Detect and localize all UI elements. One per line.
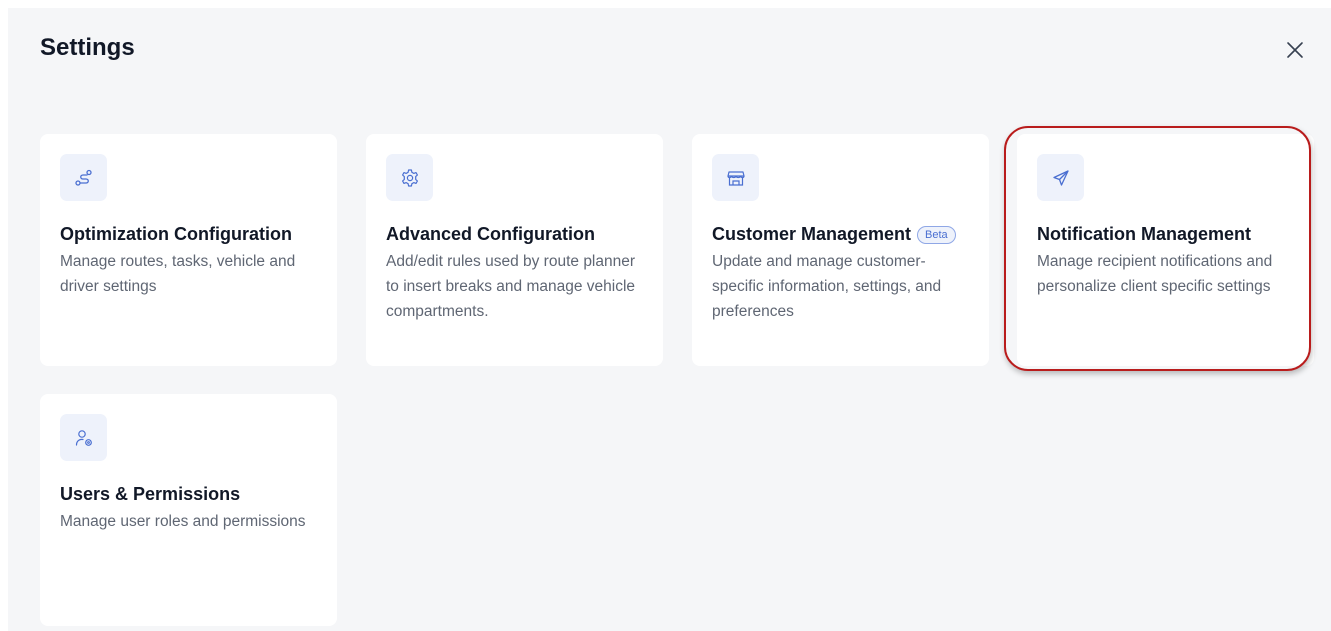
card-title: Notification Management [1037, 224, 1252, 244]
card-notification-management[interactable]: Notification Management Manage recipient… [1017, 134, 1314, 366]
route-icon-box [60, 154, 107, 201]
card-optimization-configuration[interactable]: Optimization Configuration Manage routes… [40, 134, 337, 366]
card-description: Manage routes, tasks, vehicle and driver… [60, 253, 296, 295]
card-title-text: Customer Management [712, 224, 912, 244]
card-description: Manage recipient notifications and perso… [1037, 253, 1273, 295]
send-icon-box [1037, 154, 1084, 201]
card-description: Add/edit rules used by route planner to … [386, 253, 636, 320]
close-icon [1287, 42, 1303, 58]
page-title: Settings [40, 34, 135, 61]
card-customer-management[interactable]: Customer Management Beta Update and mana… [692, 134, 989, 366]
user-gear-icon-box [60, 414, 107, 461]
send-icon [1052, 169, 1069, 186]
route-icon [74, 169, 92, 186]
storefront-icon [726, 170, 745, 186]
gear-icon [401, 168, 418, 187]
card-users-permissions[interactable]: Users & Permissions Manage user roles an… [40, 394, 337, 626]
user-gear-icon [75, 429, 92, 446]
card-title: Customer Management Beta [712, 224, 956, 245]
close-button[interactable] [1281, 36, 1309, 64]
storefront-icon-box [712, 154, 759, 201]
card-title: Advanced Configuration [386, 224, 596, 244]
card-description: Manage user roles and permissions [60, 513, 306, 530]
gear-icon-box [386, 154, 433, 201]
card-description: Update and manage customer-specific info… [712, 253, 942, 320]
card-title: Optimization Configuration [60, 224, 292, 244]
card-advanced-configuration[interactable]: Advanced Configuration Add/edit rules us… [366, 134, 663, 366]
beta-badge: Beta [917, 225, 956, 244]
card-title: Users & Permissions [60, 484, 241, 504]
